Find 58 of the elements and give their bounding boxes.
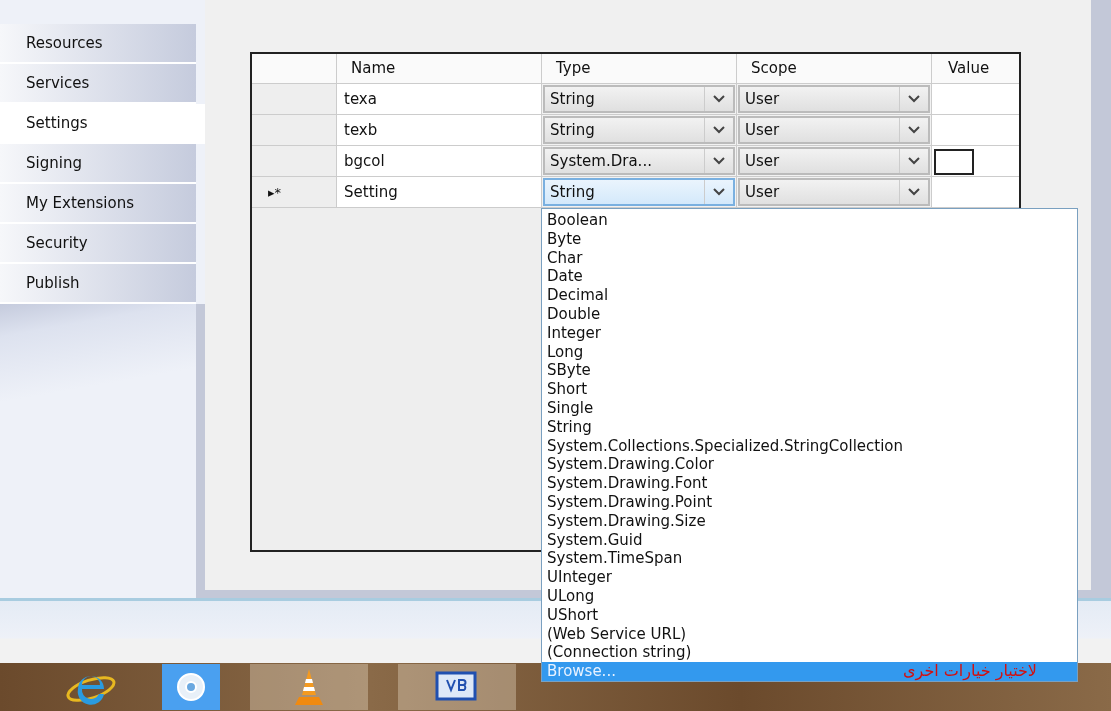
row-indicator: ▸*	[268, 184, 282, 200]
scope-dropdown[interactable]: User	[738, 147, 930, 175]
sidebar-tab[interactable]: Settings	[0, 104, 205, 144]
dropdown-option[interactable]: Char	[542, 248, 1077, 268]
sidebar-tab[interactable]: Signing	[0, 144, 196, 184]
value-cell[interactable]	[931, 115, 1019, 146]
dropdown-option[interactable]: UShort	[542, 605, 1077, 625]
column-header: Scope	[736, 54, 931, 84]
dropdown-option[interactable]: Double	[542, 305, 1077, 324]
value-cell[interactable]	[931, 84, 1019, 115]
dropdown-option[interactable]: System.Drawing.Size	[542, 511, 1077, 531]
color-swatch[interactable]	[934, 149, 974, 175]
value-cell[interactable]	[931, 177, 1019, 208]
table-cell: texb	[336, 115, 541, 146]
dropdown-option[interactable]: System.Collections.Specialized.StringCollection	[542, 436, 1077, 456]
dropdown-option[interactable]: System.TimeSpan	[542, 549, 1077, 569]
column-header: Name	[336, 54, 541, 84]
dropdown-option[interactable]: System.Drawing.Color	[542, 455, 1077, 475]
table-cell: texa	[336, 84, 541, 115]
taskbar-button[interactable]	[398, 664, 516, 710]
scope-dropdown[interactable]: User	[738, 85, 930, 113]
dropdown-option[interactable]: (Connection string)	[542, 643, 1077, 663]
table-cell: Setting	[336, 177, 541, 208]
dropdown-option[interactable]: System.Drawing.Point	[542, 492, 1077, 512]
sidebar-tab[interactable]: My Extensions	[0, 184, 196, 224]
option-label: Browse...	[547, 662, 616, 681]
type-dropdown[interactable]: String	[543, 85, 735, 113]
dropdown-option[interactable]: System.Drawing.Font	[542, 474, 1077, 493]
type-dropdown[interactable]: String	[543, 178, 735, 206]
dropdown-option[interactable]: Decimal	[542, 286, 1077, 305]
dropdown-option[interactable]: Boolean	[542, 211, 1077, 230]
dropdown-option[interactable]: Short	[542, 380, 1077, 399]
dropdown-option[interactable]: Long	[542, 342, 1077, 362]
vb-icon	[435, 671, 479, 703]
sidebar-tab[interactable]: Security	[0, 224, 196, 264]
table-cell: bgcol	[336, 146, 541, 177]
dropdown-option[interactable]: Integer	[542, 323, 1077, 343]
dropdown-option[interactable]: System.Guid	[542, 530, 1077, 550]
taskbar-button[interactable]	[162, 664, 220, 710]
sidebar-tab[interactable]: Resources	[0, 24, 196, 64]
sidebar-tab[interactable]: Publish	[0, 264, 196, 304]
round-browser-icon	[176, 672, 206, 702]
dropdown-option[interactable]: Byte	[542, 229, 1077, 249]
dropdown-option[interactable]: Date	[542, 267, 1077, 287]
scope-dropdown[interactable]: User	[738, 116, 930, 144]
annotation-note: لاختيار خيارات اخرى	[903, 662, 1038, 681]
type-dropdown[interactable]: System.Dra...	[543, 147, 735, 175]
dropdown-option[interactable]: (Web Service URL)	[542, 624, 1077, 644]
dropdown-option[interactable]: ULong	[542, 586, 1077, 606]
sidebar-tab[interactable]: Services	[0, 64, 196, 104]
dropdown-option[interactable]: Single	[542, 398, 1077, 418]
dropdown-option[interactable]: SByte	[542, 361, 1077, 381]
type-dropdown[interactable]: String	[543, 116, 735, 144]
dropdown-option[interactable]: String	[542, 417, 1077, 437]
dropdown-option[interactable]: UInteger	[542, 568, 1077, 587]
scope-dropdown[interactable]: User	[738, 178, 930, 206]
column-header: Value	[931, 54, 1019, 84]
column-header: Type	[541, 54, 736, 84]
